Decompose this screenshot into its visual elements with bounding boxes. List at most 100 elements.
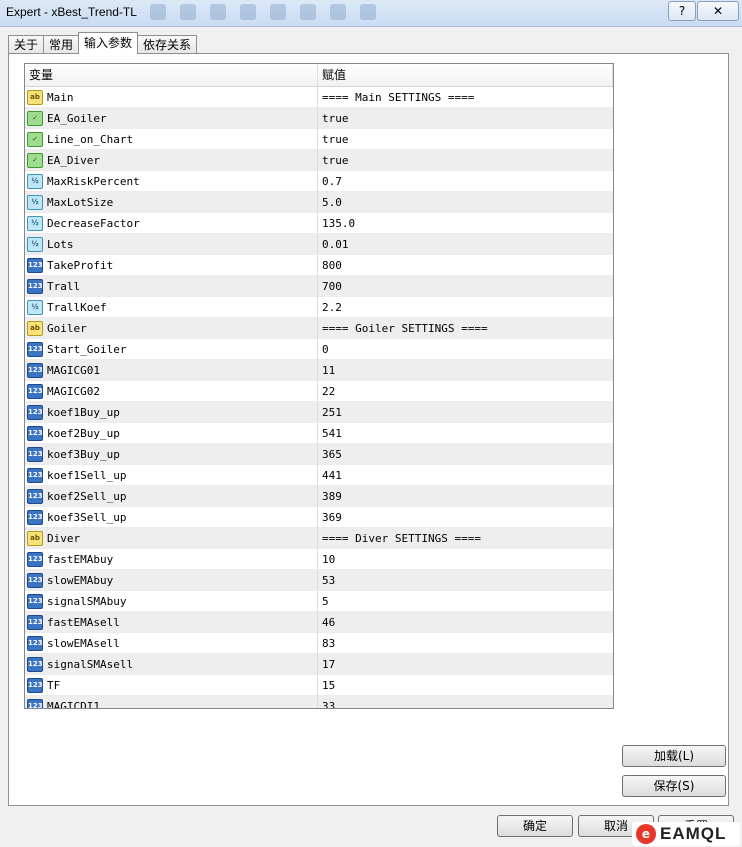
table-row[interactable]: 123 MAGICG02 22	[25, 381, 613, 402]
param-value[interactable]: 83	[318, 637, 335, 650]
table-row[interactable]: ab Goiler ==== Goiler SETTINGS ====	[25, 318, 613, 339]
table-row[interactable]: ½ TrallKoef 2.2	[25, 297, 613, 318]
close-button[interactable]: ✕	[697, 1, 739, 21]
param-value[interactable]: 5.0	[318, 196, 342, 209]
param-name: slowEMAsell	[47, 636, 120, 650]
param-value[interactable]: ==== Goiler SETTINGS ====	[318, 322, 488, 335]
toolbar-ghost-icon	[300, 4, 316, 20]
param-name: Trall	[47, 279, 81, 293]
param-value[interactable]: 135.0	[318, 217, 355, 230]
table-row[interactable]: 123 MAGICG01 11	[25, 360, 613, 381]
bool-type-icon: ✓	[27, 131, 43, 147]
table-row[interactable]: 123 koef1Buy_up 251	[25, 402, 613, 423]
param-value[interactable]: 0.01	[318, 238, 349, 251]
table-row[interactable]: 123 Start_Goiler 0	[25, 339, 613, 360]
param-name: MaxRiskPercent	[47, 174, 140, 188]
param-value[interactable]: true	[318, 133, 349, 146]
table-row[interactable]: 123 koef2Sell_up 389	[25, 486, 613, 507]
param-name-cell: 123 slowEMAbuy	[25, 570, 318, 590]
param-value[interactable]: ==== Diver SETTINGS ====	[318, 532, 481, 545]
table-row[interactable]: 123 MAGICDI1 33	[25, 696, 613, 709]
table-row[interactable]: ✓ Line_on_Chart true	[25, 129, 613, 150]
table-row[interactable]: ½ MaxRiskPercent 0.7	[25, 171, 613, 192]
double-type-icon: ½	[27, 173, 43, 189]
string-type-icon: ab	[27, 89, 43, 105]
param-name: Start_Goiler	[47, 342, 127, 356]
param-name-cell: ½ TrallKoef	[25, 297, 318, 317]
tab-inputs[interactable]: 输入参数	[78, 32, 139, 54]
param-value[interactable]: 541	[318, 427, 342, 440]
table-row[interactable]: ½ DecreaseFactor 135.0	[25, 213, 613, 234]
table-row[interactable]: ab Main ==== Main SETTINGS ====	[25, 87, 613, 108]
table-row[interactable]: 123 signalSMAsell 17	[25, 654, 613, 675]
table-row[interactable]: 123 TakeProfit 800	[25, 255, 613, 276]
grid-header: 变量 赋值	[25, 64, 613, 87]
table-row[interactable]: ½ MaxLotSize 5.0	[25, 192, 613, 213]
tab-common[interactable]: 常用	[43, 35, 80, 54]
param-name-cell: 123 slowEMAsell	[25, 633, 318, 653]
param-value[interactable]: 369	[318, 511, 342, 524]
load-button[interactable]: 加载(L)	[622, 745, 726, 767]
table-row[interactable]: 123 TF 15	[25, 675, 613, 696]
column-header-value[interactable]: 赋值	[318, 64, 613, 86]
tab-about[interactable]: 关于	[8, 35, 45, 54]
table-row[interactable]: 123 koef3Buy_up 365	[25, 444, 613, 465]
table-row[interactable]: ✓ EA_Goiler true	[25, 108, 613, 129]
param-value[interactable]: 389	[318, 490, 342, 503]
table-row[interactable]: ½ Lots 0.01	[25, 234, 613, 255]
param-value[interactable]: 10	[318, 553, 335, 566]
help-button[interactable]: ?	[668, 1, 696, 21]
column-header-variable[interactable]: 变量	[25, 64, 318, 86]
table-row[interactable]: 123 fastEMAsell 46	[25, 612, 613, 633]
param-value[interactable]: 700	[318, 280, 342, 293]
integer-type-icon: 123	[27, 572, 43, 588]
table-row[interactable]: ab Diver ==== Diver SETTINGS ====	[25, 528, 613, 549]
table-row[interactable]: 123 slowEMAbuy 53	[25, 570, 613, 591]
toolbar-ghost-icon	[210, 4, 226, 20]
param-name: EA_Goiler	[47, 111, 107, 125]
table-row[interactable]: ✓ EA_Diver true	[25, 150, 613, 171]
param-value[interactable]: ==== Main SETTINGS ====	[318, 91, 474, 104]
param-name: Main	[47, 90, 74, 104]
integer-type-icon: 123	[27, 467, 43, 483]
param-name-cell: ab Diver	[25, 528, 318, 548]
param-value[interactable]: 5	[318, 595, 329, 608]
param-value[interactable]: 46	[318, 616, 335, 629]
param-name: fastEMAsell	[47, 615, 120, 629]
table-row[interactable]: 123 slowEMAsell 83	[25, 633, 613, 654]
param-name-cell: ✓ Line_on_Chart	[25, 129, 318, 149]
table-row[interactable]: 123 koef1Sell_up 441	[25, 465, 613, 486]
param-value[interactable]: 800	[318, 259, 342, 272]
table-row[interactable]: 123 koef2Buy_up 541	[25, 423, 613, 444]
param-value[interactable]: 15	[318, 679, 335, 692]
param-value[interactable]: 251	[318, 406, 342, 419]
param-value[interactable]: 0	[318, 343, 329, 356]
ok-button[interactable]: 确定	[497, 815, 573, 837]
integer-type-icon: 123	[27, 698, 43, 708]
integer-type-icon: 123	[27, 383, 43, 399]
param-value[interactable]: 22	[318, 385, 335, 398]
table-row[interactable]: 123 koef3Sell_up 369	[25, 507, 613, 528]
table-row[interactable]: 123 Trall 700	[25, 276, 613, 297]
param-value[interactable]: 365	[318, 448, 342, 461]
param-name: koef1Buy_up	[47, 405, 120, 419]
param-value[interactable]: 53	[318, 574, 335, 587]
param-value[interactable]: 441	[318, 469, 342, 482]
toolbar-ghost-icon	[330, 4, 346, 20]
param-value[interactable]: 33	[318, 700, 335, 709]
param-name-cell: 123 signalSMAsell	[25, 654, 318, 674]
param-value[interactable]: 0.7	[318, 175, 342, 188]
tab-dependencies[interactable]: 依存关系	[137, 35, 198, 54]
param-name: koef3Buy_up	[47, 447, 120, 461]
param-value[interactable]: true	[318, 112, 349, 125]
param-name: TrallKoef	[47, 300, 107, 314]
parameters-grid[interactable]: 变量 赋值 ab Main ==== Main SETTINGS ==== ✓ EA_G…	[24, 63, 614, 709]
param-value[interactable]: true	[318, 154, 349, 167]
table-row[interactable]: 123 fastEMAbuy 10	[25, 549, 613, 570]
param-value[interactable]: 17	[318, 658, 335, 671]
param-value[interactable]: 2.2	[318, 301, 342, 314]
table-row[interactable]: 123 signalSMAbuy 5	[25, 591, 613, 612]
param-value[interactable]: 11	[318, 364, 335, 377]
save-button[interactable]: 保存(S)	[622, 775, 726, 797]
param-name-cell: 123 koef3Sell_up	[25, 507, 318, 527]
